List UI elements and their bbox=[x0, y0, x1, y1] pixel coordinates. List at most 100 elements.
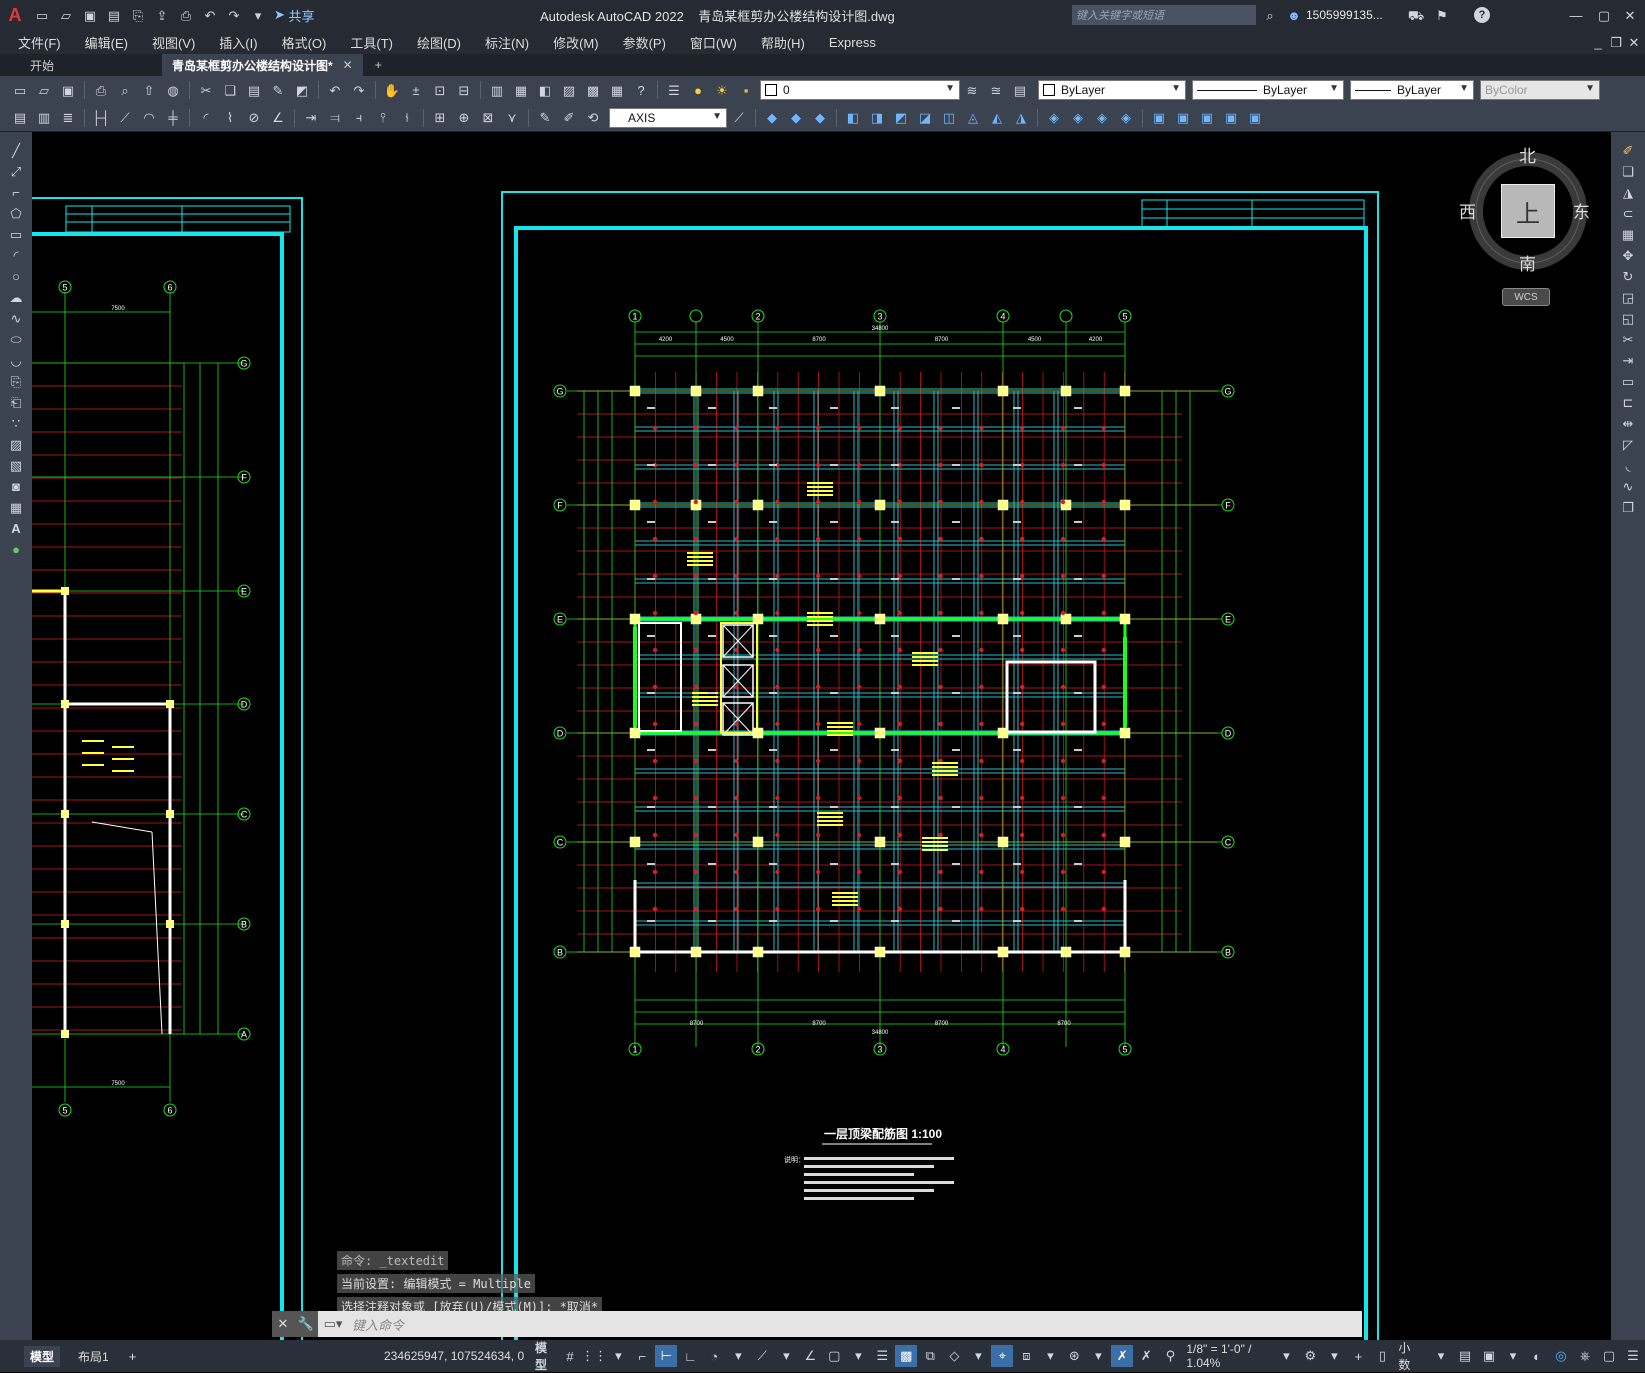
annotation-monitor-icon[interactable]: + bbox=[1347, 1345, 1369, 1367]
menu-express[interactable]: Express bbox=[829, 35, 876, 50]
customization-icon[interactable]: ☰ bbox=[1622, 1345, 1644, 1367]
jogged-linear-icon[interactable]: ⋎ bbox=[502, 108, 522, 128]
dynamic-input-icon[interactable]: ⊢ bbox=[655, 1345, 678, 1367]
ortho-icon[interactable]: ∟ bbox=[679, 1345, 701, 1367]
angular-dim-icon[interactable]: ∠ bbox=[268, 108, 288, 128]
object-snap-icon[interactable]: ▢ bbox=[823, 1345, 845, 1367]
chevron-down-icon[interactable]: ▾ bbox=[967, 1345, 989, 1367]
print-icon[interactable]: ⎙ bbox=[176, 5, 196, 25]
command-input[interactable]: 键入命令 bbox=[352, 1315, 404, 1334]
tolerance-icon[interactable]: ⊞ bbox=[430, 108, 450, 128]
fillet-edge-icon[interactable]: ◈ bbox=[1068, 108, 1088, 128]
mesh-crease-icon[interactable]: ▣ bbox=[1221, 108, 1241, 128]
tool-palettes-icon[interactable]: ◧ bbox=[535, 80, 555, 100]
dynamic-ucs-icon[interactable]: ⌖ bbox=[991, 1345, 1014, 1367]
autocad-logo-icon[interactable]: A bbox=[2, 5, 28, 25]
chevron-down-icon[interactable]: ▾ bbox=[1039, 1345, 1061, 1367]
open-file-icon[interactable]: ▱ bbox=[56, 5, 76, 25]
qnew-icon[interactable]: ▭ bbox=[10, 80, 30, 100]
search-icon[interactable]: ⌕ bbox=[1260, 5, 1280, 25]
chevron-down-icon[interactable]: ▾ bbox=[847, 1345, 869, 1367]
tab-drawing[interactable]: 青岛某框剪办公楼结构设计图* ✕ bbox=[162, 54, 363, 76]
workspace-icon[interactable]: ▤ bbox=[10, 108, 30, 128]
layout-tab-layout1[interactable]: 布局1 bbox=[78, 1348, 109, 1365]
rotate-icon[interactable]: ↻ bbox=[1618, 266, 1638, 286]
redo-icon[interactable]: ↷ bbox=[349, 80, 369, 100]
lock-icon[interactable]: ▪ bbox=[736, 80, 756, 100]
layer-previous-icon[interactable]: ≊ bbox=[986, 80, 1006, 100]
share-button[interactable]: ➤ 共享 bbox=[274, 6, 315, 25]
lineweight-icon[interactable]: ☰ bbox=[871, 1345, 893, 1367]
plot-icon[interactable]: ⎙ bbox=[91, 80, 111, 100]
menu-tools[interactable]: 工具(T) bbox=[350, 33, 393, 52]
make-current-layer-icon[interactable]: ≋ bbox=[962, 80, 982, 100]
point-icon[interactable]: ∵ bbox=[6, 413, 26, 433]
isodraft-icon[interactable]: ⟋ bbox=[751, 1345, 773, 1367]
trim-icon[interactable]: ✂ bbox=[1618, 329, 1638, 349]
help-icon[interactable]: ? bbox=[1474, 7, 1490, 23]
export-icon[interactable]: ⇪ bbox=[152, 5, 172, 25]
lightbulb-icon[interactable]: ● bbox=[688, 80, 708, 100]
pan-icon[interactable]: ✋ bbox=[382, 80, 402, 100]
clean-screen-icon[interactable]: ▢ bbox=[1598, 1345, 1620, 1367]
doc-restore-icon[interactable]: ❐ bbox=[1606, 32, 1626, 52]
user-icon[interactable]: ☻ bbox=[1284, 5, 1304, 25]
new-tab-button[interactable]: + bbox=[365, 54, 392, 76]
markup-icon[interactable]: ▩ bbox=[583, 80, 603, 100]
transparency-icon[interactable]: ▩ bbox=[895, 1345, 918, 1367]
command-close-icon[interactable]: ✕ bbox=[272, 1311, 294, 1337]
match-properties-icon[interactable]: ✎ bbox=[268, 80, 288, 100]
help-icon[interactable]: ? bbox=[631, 80, 651, 100]
chevron-down-icon[interactable]: ▾ bbox=[1323, 1345, 1345, 1367]
open-icon[interactable]: ▱ bbox=[34, 80, 54, 100]
add-selected-icon[interactable]: ● bbox=[6, 539, 26, 559]
selection-filter-icon[interactable]: ⧈ bbox=[1015, 1345, 1037, 1367]
region-icon[interactable]: ◙ bbox=[6, 476, 26, 496]
arc-length-icon[interactable]: ◠ bbox=[139, 108, 159, 128]
zoom-window-icon[interactable]: ⊡ bbox=[430, 80, 450, 100]
mesh-convert-icon[interactable]: ▣ bbox=[1245, 108, 1265, 128]
recent-commands-icon[interactable]: ▭▾ bbox=[318, 1316, 348, 1332]
zoom-realtime-icon[interactable]: ± bbox=[406, 80, 426, 100]
search-input[interactable]: 键入关键字或短语 bbox=[1076, 7, 1164, 23]
viewcube-top-face[interactable]: 上 bbox=[1501, 184, 1555, 238]
publish-icon[interactable]: ⇧ bbox=[139, 80, 159, 100]
ordinate-dim-icon[interactable]: ╪ bbox=[163, 108, 183, 128]
undo-icon[interactable]: ↶ bbox=[200, 5, 220, 25]
spline-icon[interactable]: ∿ bbox=[6, 308, 26, 328]
break-icon[interactable]: ⊏ bbox=[1618, 392, 1638, 412]
dim-text-edit-icon[interactable]: ✐ bbox=[559, 108, 579, 128]
save-as-icon[interactable]: ▤ bbox=[104, 5, 124, 25]
coordinates[interactable]: 234625947, 107524634, 0 bbox=[384, 1349, 524, 1363]
layout-tab-model[interactable]: 模型 bbox=[24, 1345, 61, 1367]
units-icon[interactable]: ▯ bbox=[1371, 1345, 1393, 1367]
union-icon[interactable]: ◆ bbox=[810, 108, 830, 128]
workspace-gear-icon[interactable]: ⚙ bbox=[1299, 1345, 1321, 1367]
calculator-icon[interactable]: ▦ bbox=[607, 80, 627, 100]
qselect-icon[interactable]: ▥ bbox=[34, 108, 54, 128]
array-icon[interactable]: ▦ bbox=[1618, 224, 1638, 244]
chevron-down-icon[interactable]: ▾ bbox=[607, 1345, 629, 1367]
annotation-scale-icon[interactable]: ⚲ bbox=[1159, 1345, 1181, 1367]
minimize-icon[interactable]: — bbox=[1566, 5, 1586, 25]
copy-icon[interactable]: ❏ bbox=[220, 80, 240, 100]
rectangle-icon[interactable]: ▭ bbox=[6, 224, 26, 244]
make-block-icon[interactable]: ⎗ bbox=[6, 392, 26, 412]
autodesk-account-icon[interactable]: ⚑ bbox=[1432, 5, 1452, 25]
search-box[interactable]: 键入关键字或短语 bbox=[1072, 5, 1256, 25]
drawing-canvas[interactable]: 1 1 2 2 3 3 4 4 5 5 G G F F E E D D C C B B 4200 4500 8700 8700 45… bbox=[32, 132, 1611, 1340]
layer-state-icon[interactable]: ▤ bbox=[1010, 80, 1030, 100]
cut-icon[interactable]: ✂ bbox=[196, 80, 216, 100]
properties-icon[interactable]: ▥ bbox=[487, 80, 507, 100]
autoscale-icon[interactable]: ✗ bbox=[1135, 1345, 1157, 1367]
close-icon[interactable]: ✕ bbox=[1620, 5, 1640, 25]
explode-icon[interactable]: ❐ bbox=[1618, 497, 1638, 517]
preview-icon[interactable]: ⌕ bbox=[115, 80, 135, 100]
sheet-set-icon[interactable]: ▨ bbox=[559, 80, 579, 100]
layer-properties-icon[interactable]: ☰ bbox=[664, 80, 684, 100]
construction-line-icon[interactable]: ⤢ bbox=[6, 161, 26, 181]
dim-edit-icon[interactable]: ✎ bbox=[535, 108, 555, 128]
revolve-icon[interactable]: ◪ bbox=[915, 108, 935, 128]
chevron-down-icon[interactable]: ▾ bbox=[727, 1345, 749, 1367]
join-icon[interactable]: ⇹ bbox=[1618, 413, 1638, 433]
